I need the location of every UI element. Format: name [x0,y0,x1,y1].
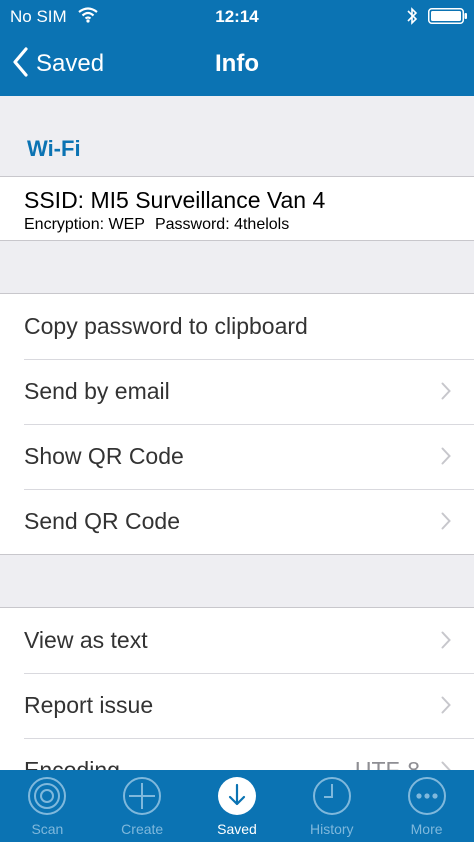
tab-scan[interactable]: Scan [0,770,95,842]
nav-bar: Saved Info [0,32,474,96]
copy-password-label: Copy password to clipboard [24,313,308,339]
wifi-password: Password: 4thelols [154,216,290,233]
tab-scan-label: Scan [31,821,64,837]
status-time: 12:14 [215,7,259,26]
wifi-meta: Encryption: WEP Password: 4thelols [24,216,289,234]
tab-more-label: More [410,821,443,837]
plus-circle-icon [122,776,162,816]
report-issue-label: Report issue [24,692,154,718]
send-qr-label: Send QR Code [24,508,180,534]
tab-history-label: History [310,821,354,837]
tab-more[interactable]: More [379,770,474,842]
send-email-row[interactable]: Send by email [0,359,474,424]
tab-saved[interactable]: Saved [190,770,285,842]
wifi-ssid: SSID: MI5 Surveillance Van 4 [24,187,326,213]
more-icon [407,776,447,816]
view-text-row[interactable]: View as text [0,608,474,673]
clock-icon [312,776,352,816]
show-qr-label: Show QR Code [24,443,184,469]
tab-history[interactable]: History [284,770,379,842]
section-title: Wi-Fi [27,136,81,161]
info-content[interactable]: Wi-Fi SSID: MI5 Surveillance Van 4 Encry… [0,96,474,770]
report-issue-row[interactable]: Report issue [0,673,474,738]
send-qr-row[interactable]: Send QR Code [0,489,474,554]
chevron-right-icon [441,761,451,770]
section-spacer [0,555,474,608]
wifi-encryption: Encryption: WEP [24,216,145,233]
more-options-group: View as text Report issue Encoding UTF-8 [0,608,474,770]
top-bar: No SIM 12:14 Saved Info [0,0,474,96]
tab-create-label: Create [121,821,164,837]
encoding-row[interactable]: Encoding UTF-8 [0,738,474,770]
chevron-right-icon [441,631,451,654]
bluetooth-icon [406,6,418,31]
section-spacer [0,241,474,294]
send-email-label: Send by email [24,378,170,404]
page-title: Info [215,50,259,77]
tab-create[interactable]: Create [95,770,190,842]
download-icon [217,776,257,816]
battery-icon [428,8,468,29]
encoding-label: Encoding [24,757,120,770]
tab-bar: Scan Create Saved History More [0,770,474,842]
scan-icon [27,776,67,816]
status-bar: No SIM 12:14 [0,0,474,32]
view-text-label: View as text [24,627,148,653]
show-qr-row[interactable]: Show QR Code [0,424,474,489]
chevron-right-icon [441,512,451,535]
encoding-value: UTF-8 [354,757,420,770]
section-header: Wi-Fi [0,96,474,177]
chevron-right-icon [441,696,451,719]
chevron-right-icon [441,382,451,405]
copy-password-row[interactable]: Copy password to clipboard [0,294,474,359]
chevron-right-icon [441,447,451,470]
tab-saved-label: Saved [217,821,257,837]
actions-group: Copy password to clipboard Send by email… [0,294,474,555]
wifi-details: SSID: MI5 Surveillance Van 4 Encryption:… [0,177,474,241]
